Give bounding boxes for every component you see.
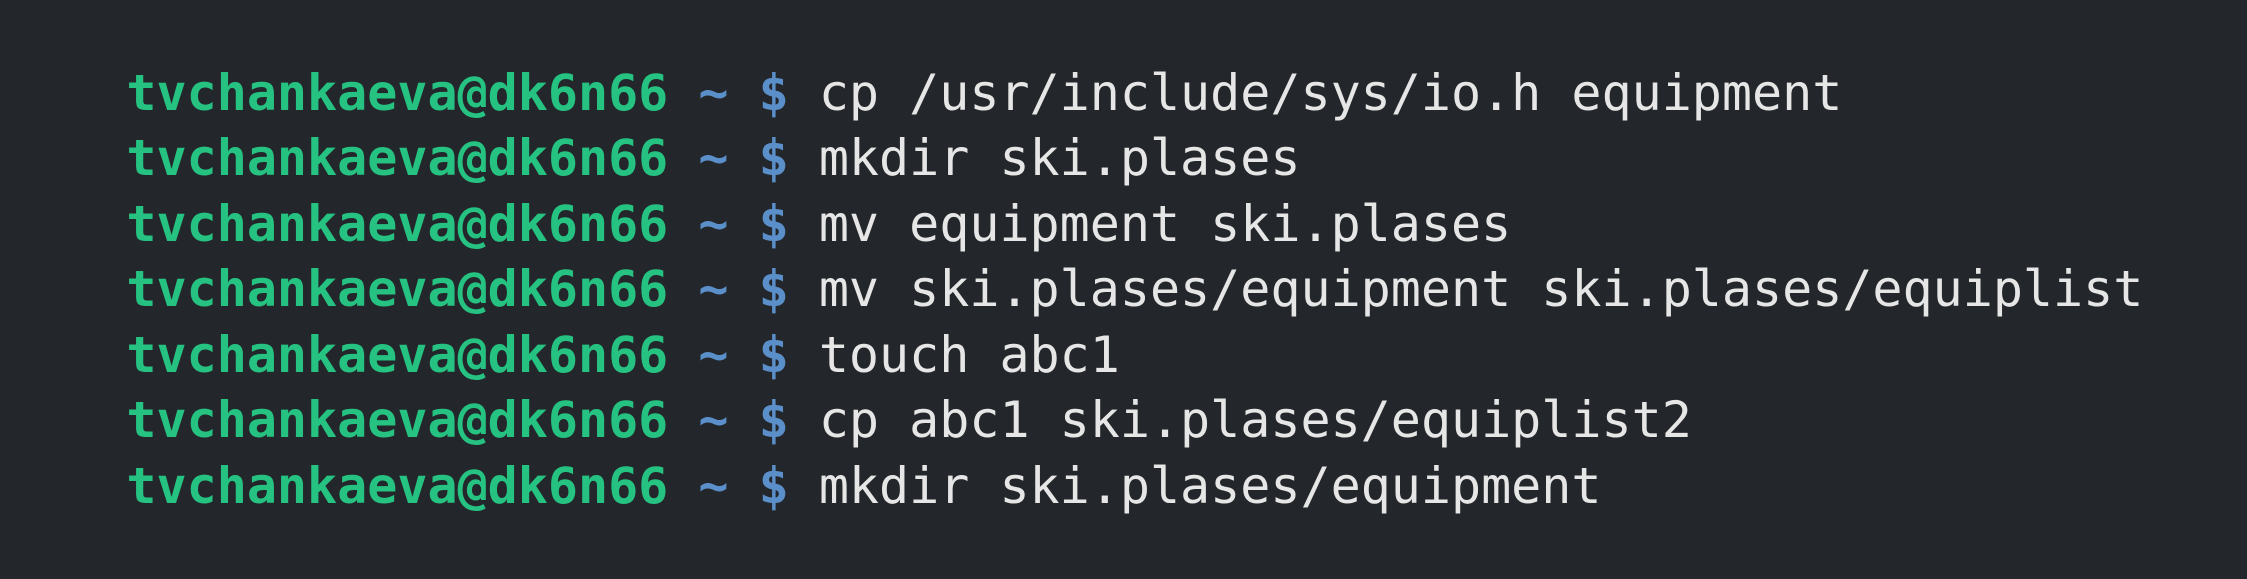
prompt-user: tvchankaeva@dk6n66 [126,457,669,515]
terminal-line: tvchankaeva@dk6n66 ~ $ mv equipment ski.… [6,131,1511,253]
terminal-line: tvchankaeva@dk6n66 ~ $ mkdir ski.plases [6,65,1300,187]
terminal-line: tvchankaeva@dk6n66 ~ $ cp abc1 ski.plase… [6,327,1691,449]
terminal-line: tvchankaeva@dk6n66 ~ $ cp /usr/include/s… [6,0,1842,122]
terminal-line: tvchankaeva@dk6n66 ~ $ touch abc1 [6,262,1119,384]
prompt-symbol: $ [758,457,789,515]
terminal-line: tvchankaeva@dk6n66 ~ $ mkdir ski.plases/… [6,393,1601,515]
terminal-line: tvchankaeva@dk6n66 ~ $ mv ski.plases/equ… [6,196,2143,318]
prompt-directory: ~ [698,457,729,515]
command-text: mkdir ski.plases/equipment [818,457,1602,515]
terminal-window[interactable]: tvchankaeva@dk6n66 ~ $ cp /usr/include/s… [0,0,2247,515]
